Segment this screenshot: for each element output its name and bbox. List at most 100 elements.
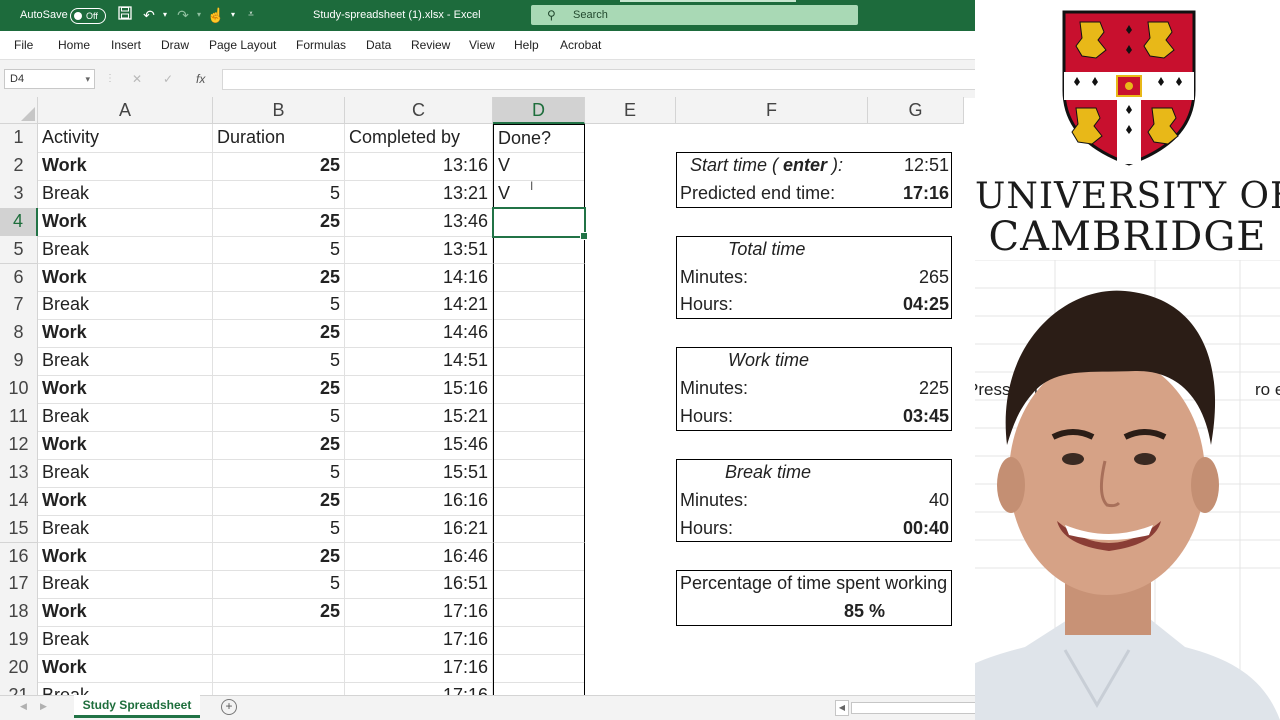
cell-c14[interactable]: 16:16 xyxy=(345,486,493,516)
cell-a16[interactable]: Work xyxy=(38,542,213,572)
cell-b18[interactable]: 25 xyxy=(213,598,345,628)
enter-icon[interactable]: ✓ xyxy=(163,69,173,89)
save-icon[interactable] xyxy=(116,6,134,24)
row-header[interactable]: 20 xyxy=(0,654,38,683)
row-header[interactable]: 12 xyxy=(0,430,38,460)
cell-d15[interactable] xyxy=(493,514,585,544)
cell-b13[interactable]: 5 xyxy=(213,458,345,488)
cell-d13[interactable] xyxy=(493,458,585,488)
cell-b11[interactable]: 5 xyxy=(213,403,345,432)
customize-toolbar-icon[interactable]: ⩡ xyxy=(242,6,260,24)
column-header-f[interactable]: F xyxy=(676,97,868,124)
row-header[interactable]: 9 xyxy=(0,347,38,377)
cell-a9[interactable]: Break xyxy=(38,347,213,377)
cell-c21[interactable]: 17:16 xyxy=(345,682,493,695)
cell-b19[interactable] xyxy=(213,626,345,656)
cell-c2[interactable]: 13:16 xyxy=(345,151,493,181)
row-header[interactable]: 11 xyxy=(0,403,38,432)
cell-c5[interactable]: 13:51 xyxy=(345,235,493,265)
cell-c13[interactable]: 15:51 xyxy=(345,458,493,488)
column-header-c[interactable]: C xyxy=(345,97,493,124)
cell-b14[interactable]: 25 xyxy=(213,486,345,516)
cell-d20[interactable] xyxy=(493,654,585,683)
insert-function-icon[interactable]: fx xyxy=(196,69,205,89)
cell-c4[interactable]: 13:46 xyxy=(345,207,493,237)
row-header[interactable]: 5 xyxy=(0,235,38,265)
cell-b15[interactable]: 5 xyxy=(213,514,345,544)
scroll-left-icon[interactable]: ◀ xyxy=(835,700,849,716)
touch-dropdown-icon[interactable]: ▾ xyxy=(224,6,242,24)
cell-c1[interactable]: Completed by xyxy=(345,124,493,153)
row-header[interactable]: 14 xyxy=(0,486,38,516)
menu-item-formulas[interactable]: Formulas xyxy=(296,31,346,59)
cell-b8[interactable]: 25 xyxy=(213,319,345,349)
cell-d14[interactable] xyxy=(493,486,585,516)
cell-a8[interactable]: Work xyxy=(38,319,213,349)
sheet-tab-study-spreadsheet[interactable]: Study Spreadsheet xyxy=(74,695,200,718)
cell-b21[interactable] xyxy=(213,682,345,695)
column-header-b[interactable]: B xyxy=(213,97,345,124)
row-header[interactable]: 6 xyxy=(0,263,38,293)
cell-a19[interactable]: Break xyxy=(38,626,213,656)
add-sheet-button[interactable]: + xyxy=(221,699,237,715)
cell-b7[interactable]: 5 xyxy=(213,291,345,321)
cell-d19[interactable] xyxy=(493,626,585,656)
autosave-toggle[interactable]: Off xyxy=(70,8,106,24)
cell-b4[interactable]: 25 xyxy=(213,207,345,237)
row-header[interactable]: 10 xyxy=(0,375,38,404)
row-header[interactable]: 21 xyxy=(0,682,38,695)
row-header[interactable]: 13 xyxy=(0,458,38,488)
search-box[interactable]: ⚲ Search xyxy=(531,5,858,25)
cell-a2[interactable]: Work xyxy=(38,151,213,181)
cell-a14[interactable]: Work xyxy=(38,486,213,516)
undo-dropdown-icon[interactable]: ▾ xyxy=(156,6,174,24)
menu-item-help[interactable]: Help xyxy=(514,31,539,59)
cell-c16[interactable]: 16:46 xyxy=(345,542,493,572)
row-header[interactable]: 3 xyxy=(0,179,38,209)
cell-d2[interactable]: V xyxy=(493,151,585,181)
row-header[interactable]: 15 xyxy=(0,514,38,544)
cell-b6[interactable]: 25 xyxy=(213,263,345,293)
row-header[interactable]: 8 xyxy=(0,319,38,349)
cell-d16[interactable] xyxy=(493,542,585,572)
column-header-e[interactable]: E xyxy=(585,97,676,124)
row-header[interactable]: 4 xyxy=(0,207,38,237)
cell-d6[interactable] xyxy=(493,263,585,293)
cell-d5[interactable] xyxy=(493,235,585,265)
next-sheet-icon[interactable]: ▶ xyxy=(40,701,47,712)
cell-b2[interactable]: 25 xyxy=(213,151,345,181)
cell-b9[interactable]: 5 xyxy=(213,347,345,377)
row-header[interactable]: 7 xyxy=(0,291,38,321)
cell-d8[interactable] xyxy=(493,319,585,349)
cell-c19[interactable]: 17:16 xyxy=(345,626,493,656)
cell-c6[interactable]: 14:16 xyxy=(345,263,493,293)
menu-item-draw[interactable]: Draw xyxy=(161,31,189,59)
touch-mode-icon[interactable]: ☝ xyxy=(207,6,225,24)
menu-item-file[interactable]: File xyxy=(14,31,33,59)
cell-c9[interactable]: 14:51 xyxy=(345,347,493,377)
cell-c15[interactable]: 16:21 xyxy=(345,514,493,544)
menu-item-acrobat[interactable]: Acrobat xyxy=(560,31,601,59)
active-cell-d4[interactable] xyxy=(492,206,588,240)
cell-a20[interactable]: Work xyxy=(38,654,213,683)
name-box[interactable]: D4 ▾ xyxy=(4,69,95,89)
cell-a5[interactable]: Break xyxy=(38,235,213,265)
row-header[interactable]: 19 xyxy=(0,626,38,656)
redo-dropdown-icon[interactable]: ▾ xyxy=(190,6,208,24)
menu-item-review[interactable]: Review xyxy=(411,31,450,59)
cell-a3[interactable]: Break xyxy=(38,179,213,209)
cell-d10[interactable] xyxy=(493,375,585,404)
cell-c12[interactable]: 15:46 xyxy=(345,430,493,460)
cell-a17[interactable]: Break xyxy=(38,570,213,600)
name-box-dropdown-icon[interactable]: ▾ xyxy=(85,70,90,88)
worksheet-grid[interactable]: A B C D E F G 1 Activity Duration Completed by Done… xyxy=(0,97,975,695)
cell-b10[interactable]: 25 xyxy=(213,375,345,404)
horizontal-scrollbar[interactable]: ◀ xyxy=(835,700,975,716)
row-header[interactable]: 1 xyxy=(0,124,38,153)
menu-item-page-layout[interactable]: Page Layout xyxy=(209,31,276,59)
cell-b17[interactable]: 5 xyxy=(213,570,345,600)
prev-sheet-icon[interactable]: ◀ xyxy=(20,701,27,712)
cell-a7[interactable]: Break xyxy=(38,291,213,321)
cell-c7[interactable]: 14:21 xyxy=(345,291,493,321)
cell-a12[interactable]: Work xyxy=(38,430,213,460)
